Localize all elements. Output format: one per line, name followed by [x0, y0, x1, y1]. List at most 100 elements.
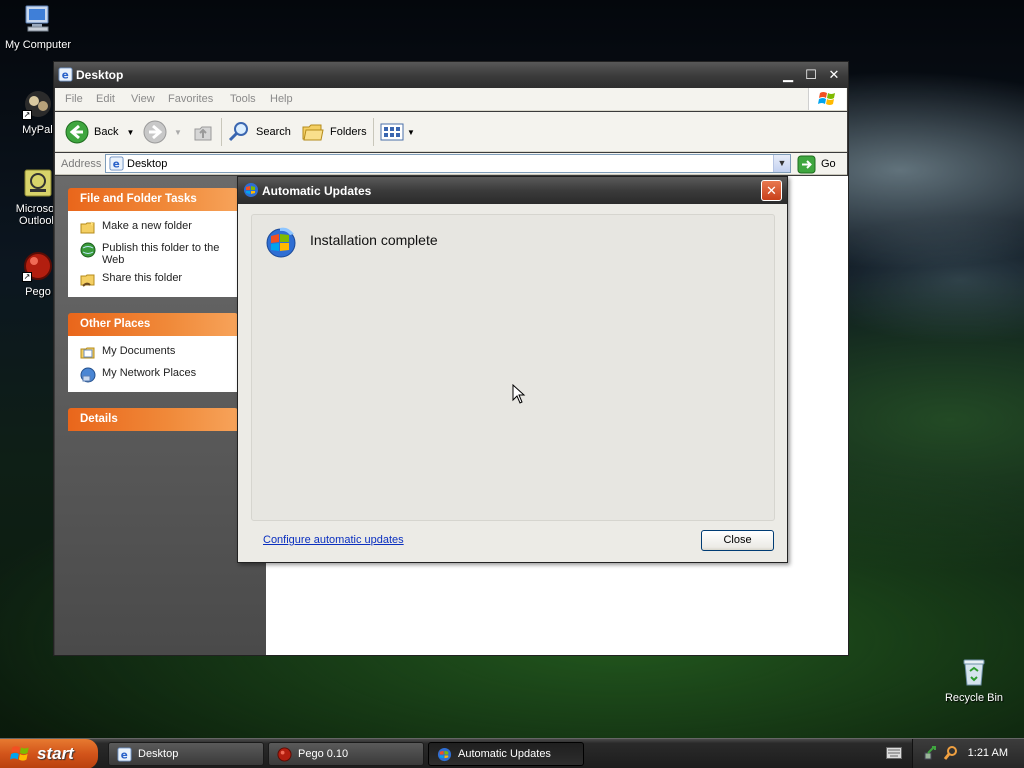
toolbar-separator — [221, 118, 222, 146]
maximize-button[interactable]: ☐ — [801, 66, 821, 84]
windows-update-icon — [244, 183, 258, 197]
mouse-cursor-icon — [512, 384, 526, 404]
folders-icon — [302, 124, 324, 141]
up-folder-icon — [194, 126, 212, 141]
details-panel: Details — [68, 408, 238, 431]
desktop-icon-label: Recycle Bin — [944, 692, 1004, 704]
menu-view[interactable]: View — [131, 93, 155, 105]
other-places-header[interactable]: Other Places — [68, 313, 238, 336]
back-label: Back — [94, 126, 119, 138]
search-icon — [228, 122, 248, 142]
minimize-button[interactable]: ▁ — [778, 66, 798, 84]
details-header[interactable]: Details — [68, 408, 238, 431]
menu-file[interactable]: File — [65, 93, 83, 105]
address-dropdown-button[interactable]: ▼ — [773, 155, 790, 172]
pego-icon: ↗ — [22, 250, 54, 282]
close-button[interactable]: Close — [701, 530, 774, 551]
forward-button[interactable]: ▼ — [143, 120, 182, 144]
other-places-panel: Other Places My Documents My Network Pla… — [68, 313, 238, 392]
menu-bar: File Edit View Favorites Tools Help — [55, 88, 847, 111]
recycle-bin-icon — [958, 656, 990, 688]
close-button[interactable]: ✕ — [824, 66, 844, 84]
menu-edit[interactable]: Edit — [96, 93, 115, 105]
go-button[interactable]: Go — [797, 154, 836, 174]
keyboard-icon[interactable] — [886, 747, 902, 759]
views-dropdown-icon[interactable]: ▼ — [407, 128, 415, 137]
file-folder-tasks-panel: File and Folder Tasks Make a new folder … — [68, 188, 238, 297]
go-label: Go — [821, 158, 836, 170]
my-documents-icon — [80, 347, 95, 359]
address-label: Address — [61, 158, 102, 170]
search-tray-icon[interactable] — [943, 745, 959, 761]
windows-update-icon — [437, 747, 452, 761]
back-dropdown-icon[interactable]: ▼ — [126, 128, 134, 137]
file-folder-tasks-header[interactable]: File and Folder Tasks — [68, 188, 238, 211]
dialog-content-panel: Installation complete — [251, 214, 775, 521]
toolbar: Back ▼ ▼ Search Folders ▼ — [55, 112, 847, 152]
menu-favorites[interactable]: Favorites — [168, 93, 213, 105]
svg-text:e: e — [113, 158, 120, 170]
dialog-titlebar[interactable]: Automatic Updates ✕ — [238, 177, 787, 204]
desktop-icon-my-computer[interactable]: My Computer — [0, 3, 76, 51]
taskbar-item-desktop[interactable]: e Desktop — [108, 742, 264, 766]
taskbar-item-label: Automatic Updates — [458, 748, 551, 760]
clock[interactable]: 1:21 AM — [968, 747, 1008, 759]
search-button[interactable]: Search — [227, 120, 291, 144]
search-label: Search — [256, 126, 291, 138]
windows-flag-icon — [808, 88, 846, 110]
other-places-body: My Documents My Network Places — [68, 336, 238, 392]
automatic-updates-dialog[interactable]: Automatic Updates ✕ Installation complet… — [237, 176, 788, 563]
publish-folder-link[interactable]: Publish this folder to the Web — [80, 239, 238, 269]
toolbar-separator — [373, 118, 374, 146]
make-new-folder-link[interactable]: Make a new folder — [80, 217, 238, 239]
dialog-close-button[interactable]: ✕ — [761, 180, 782, 201]
mypal-icon: ↗ — [22, 88, 54, 120]
start-button[interactable]: start — [0, 739, 98, 768]
globe-icon — [80, 242, 96, 258]
computer-icon — [22, 3, 54, 35]
taskbar-item-automatic-updates[interactable]: Automatic Updates — [428, 742, 584, 766]
desktop-icon-recycle-bin[interactable]: Recycle Bin — [936, 656, 1012, 704]
views-button[interactable]: ▼ — [380, 120, 415, 144]
menu-tools[interactable]: Tools — [230, 93, 256, 105]
address-bar: Address e Desktop ▼ Go — [55, 153, 847, 175]
views-icon — [380, 123, 404, 141]
shortcut-arrow-icon: ↗ — [22, 110, 32, 120]
back-button[interactable]: Back ▼ — [65, 120, 134, 144]
folders-button[interactable]: Folders — [301, 120, 367, 144]
explorer-titlebar[interactable]: e Desktop ▁ ☐ ✕ — [54, 62, 848, 88]
ie-folder-icon: e — [117, 746, 132, 762]
share-folder-link[interactable]: Share this folder — [80, 269, 238, 291]
back-arrow-icon — [65, 120, 89, 144]
up-folder-button[interactable] — [192, 120, 219, 144]
windows-flag-icon — [10, 746, 29, 761]
my-network-places-label: My Network Places — [102, 367, 197, 379]
new-folder-icon — [80, 221, 95, 234]
network-places-icon — [80, 367, 96, 383]
configure-updates-link[interactable]: Configure automatic updates — [263, 534, 404, 546]
desktop-icon-label: My Computer — [4, 39, 72, 51]
ie-folder-icon: e — [109, 156, 124, 171]
ie-folder-icon: e — [58, 67, 73, 82]
shortcut-arrow-icon: ↗ — [22, 272, 32, 282]
my-network-places-link[interactable]: My Network Places — [80, 364, 238, 386]
file-folder-tasks-body: Make a new folder Publish this folder to… — [68, 211, 238, 297]
folders-label: Folders — [330, 126, 367, 138]
taskbar-item-pego[interactable]: Pego 0.10 — [268, 742, 424, 766]
make-new-folder-label: Make a new folder — [102, 220, 192, 232]
address-input[interactable]: e Desktop ▼ — [105, 154, 791, 173]
network-tray-icon[interactable] — [923, 745, 939, 761]
taskbar: start e Desktop Pego 0.10 Automatic Upda… — [0, 738, 1024, 768]
svg-text:e: e — [121, 749, 128, 761]
windows-update-icon — [266, 227, 296, 258]
go-arrow-icon — [797, 155, 816, 173]
my-documents-link[interactable]: My Documents — [80, 342, 238, 364]
dialog-title: Automatic Updates — [262, 184, 372, 198]
outlook-icon — [22, 167, 54, 199]
menu-help[interactable]: Help — [270, 93, 293, 105]
task-pane: File and Folder Tasks Make a new folder … — [55, 176, 266, 655]
forward-arrow-icon — [143, 120, 167, 144]
pego-icon — [277, 746, 292, 762]
system-tray: 1:21 AM — [912, 739, 1024, 768]
svg-text:e: e — [62, 69, 69, 81]
